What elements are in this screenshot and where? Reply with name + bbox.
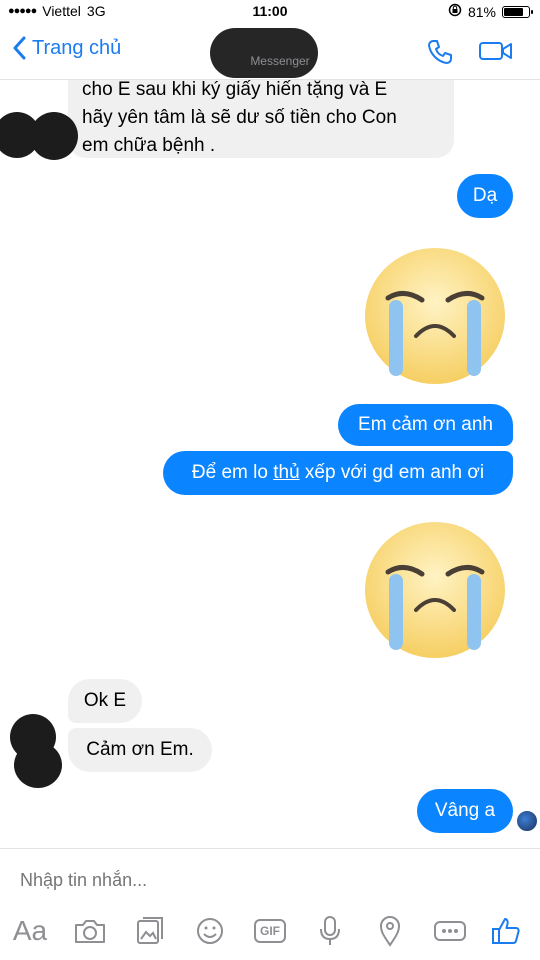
message-text-start: Để em lo	[191, 462, 274, 483]
message-line: hãy yên tâm là sẽ dư số tiền cho Con	[82, 107, 397, 128]
status-bar: ●●●●● Viettel 3G 11:00 81%	[0, 0, 540, 24]
composer-toolbar: Aa GIF	[0, 907, 540, 957]
crying-face-sticker[interactable]	[364, 520, 506, 665]
battery-percent: 81%	[467, 3, 496, 20]
rotation-lock-icon	[448, 3, 462, 20]
composer: Aa GIF	[0, 848, 540, 960]
camera-icon[interactable]	[72, 913, 108, 949]
message-line: cho E sau khi ký giấy hiến tặng và E	[82, 80, 388, 100]
back-button[interactable]: Trang chủ	[12, 36, 121, 60]
incoming-message[interactable]: Cảm ơn Em.	[68, 728, 212, 772]
redacted-avatar	[30, 112, 78, 160]
chevron-left-icon	[13, 36, 26, 60]
video-call-button[interactable]	[478, 40, 514, 67]
thumbs-up-icon[interactable]	[488, 913, 524, 949]
crying-face-sticker[interactable]	[364, 246, 506, 391]
battery-fill	[504, 7, 523, 16]
incoming-message[interactable]: cho E sau khi ký giấy hiến tặng và E hãy…	[68, 80, 454, 158]
location-icon[interactable]	[372, 913, 408, 949]
nav-subtitle: Messenger	[250, 54, 310, 68]
message-line: em chữa bệnh .	[82, 135, 216, 156]
phone-icon	[428, 40, 452, 64]
conversation-title[interactable]: Messenger	[210, 28, 320, 80]
message-list[interactable]: cho E sau khi ký giấy hiến tặng và E hãy…	[0, 80, 540, 848]
text-format-icon[interactable]: Aa	[12, 913, 48, 949]
back-label: Trang chủ	[32, 36, 122, 59]
video-camera-icon	[479, 42, 512, 60]
message-text-link[interactable]: thủ	[273, 462, 299, 483]
outgoing-message[interactable]: Dạ	[457, 174, 513, 218]
battery-icon	[502, 5, 533, 18]
crying-face-icon	[365, 248, 505, 384]
message-input[interactable]	[20, 865, 520, 895]
outgoing-message[interactable]: Để em lo thủ xếp với gd em anh ơi	[163, 451, 513, 495]
status-right: 81%	[448, 3, 533, 20]
read-receipt-avatar	[516, 810, 538, 832]
photo-icon[interactable]	[132, 913, 168, 949]
outgoing-message[interactable]: Vâng a	[417, 789, 513, 833]
call-button[interactable]	[426, 38, 454, 71]
outgoing-message[interactable]: Em cảm ơn anh	[338, 404, 513, 446]
message-text: Vâng a	[434, 800, 496, 821]
more-icon[interactable]	[432, 913, 468, 949]
emoji-icon[interactable]	[192, 913, 228, 949]
incoming-message[interactable]: Ok E	[68, 679, 142, 723]
message-text: Cảm ơn Em.	[86, 739, 194, 760]
message-text: Dạ	[472, 185, 498, 206]
crying-face-icon	[365, 522, 505, 658]
gif-icon: GIF	[254, 919, 286, 943]
redacted-avatar	[14, 742, 62, 788]
nav-bar: Trang chủ Messenger	[0, 24, 540, 80]
microphone-icon[interactable]	[312, 913, 348, 949]
gif-button[interactable]: GIF	[252, 913, 288, 949]
message-text-end: xếp với gd em anh ơi	[299, 462, 485, 483]
redacted-contact-name	[210, 28, 318, 78]
message-text: Em cảm ơn anh	[358, 414, 493, 435]
message-text: Ok E	[83, 690, 127, 711]
